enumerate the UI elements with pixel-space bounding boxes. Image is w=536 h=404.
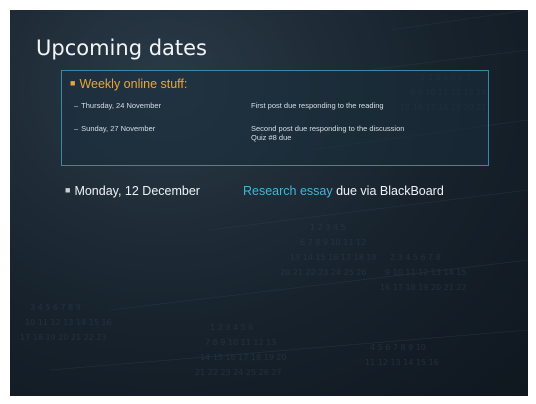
- svg-text:13 14 15 16 17 18 19: 13 14 15 16 17 18 19: [290, 253, 377, 262]
- weekly-item-desc: Second post due responding to the discus…: [251, 124, 404, 142]
- deadline-description: Research essay due via BlackBoard: [243, 184, 444, 198]
- dash-icon: –: [74, 124, 79, 133]
- deadline-date: ■ Monday, 12 December: [65, 184, 200, 198]
- svg-text:9 10 11 12 13 14 15: 9 10 11 12 13 14 15: [385, 268, 466, 277]
- svg-text:4 5 6 7 8 9 10: 4 5 6 7 8 9 10: [370, 343, 426, 352]
- presentation-slide: 1 2 3 4 5 6 7 8 9 10 11 12 13 14 15 16 1…: [10, 10, 528, 396]
- svg-text:16 17 18 19 20 21 22: 16 17 18 19 20 21 22: [380, 283, 467, 292]
- svg-text:6 7 8 9 10 11 12: 6 7 8 9 10 11 12: [300, 238, 366, 247]
- calendar-background-image: 1 2 3 4 5 6 7 8 9 10 11 12 13 14 15 16 1…: [20, 10, 528, 377]
- svg-text:11 12 13 14 15 16: 11 12 13 14 15 16: [365, 358, 439, 367]
- weekly-online-box: ■ Weekly online stuff: – Thursday, 24 Nove…: [61, 70, 489, 166]
- weekly-item-date: – Thursday, 24 November: [74, 101, 161, 110]
- weekly-heading-text: Weekly online stuff:: [79, 77, 188, 91]
- research-essay-link[interactable]: Research essay: [243, 184, 333, 198]
- dash-icon: –: [74, 101, 79, 110]
- bullet-icon: ■: [70, 78, 76, 88]
- svg-text:3 4 5 6 7 8 9: 3 4 5 6 7 8 9: [30, 303, 81, 312]
- svg-text:1 2 3 4 5 6: 1 2 3 4 5 6: [210, 323, 253, 332]
- slide-title: Upcoming dates: [36, 36, 207, 60]
- weekly-item-desc: First post due responding to the reading: [251, 101, 384, 110]
- svg-text:17 18 19 20 21 22 23: 17 18 19 20 21 22 23: [20, 333, 107, 342]
- weekly-item-date-text: Thursday, 24 November: [81, 101, 162, 110]
- svg-text:1 2 3 4 5: 1 2 3 4 5: [310, 223, 346, 232]
- deadline-rest-text: due via BlackBoard: [332, 184, 444, 198]
- bullet-icon: ■: [65, 185, 71, 195]
- svg-text:10 11 12 13 14 15 16: 10 11 12 13 14 15 16: [25, 318, 112, 327]
- weekly-heading: ■ Weekly online stuff:: [70, 77, 187, 91]
- svg-text:7 8 9 10 11 12 13: 7 8 9 10 11 12 13: [205, 338, 276, 347]
- weekly-item-date-text: Sunday, 27 November: [81, 124, 156, 133]
- weekly-item-date: – Sunday, 27 November: [74, 124, 155, 133]
- weekly-item-desc-line: Quiz #8 due: [251, 133, 292, 142]
- svg-text:2 3 4 5 6 7 8: 2 3 4 5 6 7 8: [390, 253, 441, 262]
- weekly-item-desc-line: First post due responding to the reading: [251, 101, 384, 110]
- deadline-date-text: Monday, 12 December: [74, 184, 200, 198]
- weekly-item-desc-line: Second post due responding to the discus…: [251, 124, 405, 133]
- svg-text:20 21 22 23 24 25 26: 20 21 22 23 24 25 26: [280, 268, 367, 277]
- svg-text:14 15 16 17 18 19 20: 14 15 16 17 18 19 20: [200, 353, 287, 362]
- svg-text:21 22 23 24 25 26 27: 21 22 23 24 25 26 27: [195, 368, 282, 377]
